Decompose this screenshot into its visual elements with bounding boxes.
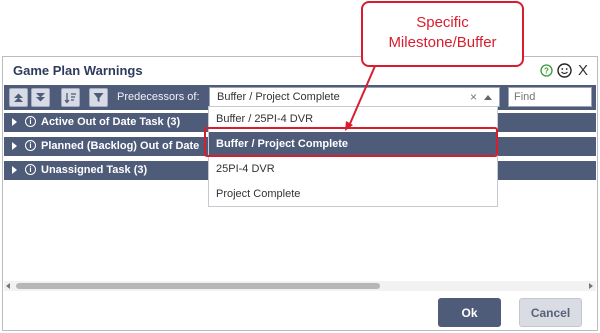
info-icon: i bbox=[25, 116, 36, 127]
expand-caret-icon[interactable] bbox=[12, 118, 17, 126]
move-down-icon[interactable] bbox=[31, 88, 50, 107]
ok-button[interactable]: Ok bbox=[438, 298, 501, 327]
smiley-icon[interactable] bbox=[557, 63, 572, 78]
sort-icon[interactable] bbox=[61, 88, 80, 107]
warning-group-label: Active Out of Date Task (3) bbox=[41, 116, 181, 128]
dropdown-option[interactable]: 25PI-4 DVR bbox=[209, 157, 497, 181]
find-input[interactable] bbox=[508, 87, 592, 107]
selection-highlight-box bbox=[204, 127, 498, 157]
titlebar-icons: ? X bbox=[539, 62, 591, 79]
dropdown-option-label: 25PI-4 DVR bbox=[216, 163, 275, 175]
scroll-right-icon[interactable] bbox=[589, 283, 593, 289]
chevron-up-icon[interactable] bbox=[484, 95, 492, 100]
annotation-callout: Specific Milestone/Buffer bbox=[361, 1, 524, 67]
svg-text:?: ? bbox=[544, 67, 549, 76]
dropdown-option[interactable]: Project Complete bbox=[209, 182, 497, 206]
predecessors-label: Predecessors of: bbox=[117, 91, 200, 103]
filter-icon[interactable] bbox=[89, 88, 108, 107]
info-icon: i bbox=[25, 140, 36, 151]
dropdown-option-label: Buffer / 25PI-4 DVR bbox=[216, 113, 314, 125]
scroll-left-icon[interactable] bbox=[6, 283, 10, 289]
info-icon: i bbox=[25, 164, 36, 175]
warning-group-label: Planned (Backlog) Out of Date bbox=[41, 140, 200, 152]
dropdown-option-label: Project Complete bbox=[216, 188, 301, 200]
predecessors-select-value: Buffer / Project Complete bbox=[217, 91, 340, 103]
dialog-title: Game Plan Warnings bbox=[13, 63, 143, 78]
expand-caret-icon[interactable] bbox=[12, 142, 17, 150]
warning-group-label: Unassigned Task (3) bbox=[41, 164, 148, 176]
predecessors-select[interactable]: Buffer / Project Complete × bbox=[209, 87, 500, 107]
clear-selection-icon[interactable]: × bbox=[470, 90, 477, 104]
callout-line: Milestone/Buffer bbox=[388, 34, 497, 51]
move-up-icon[interactable] bbox=[9, 88, 28, 107]
callout-line: Specific bbox=[416, 14, 469, 31]
expand-caret-icon[interactable] bbox=[12, 166, 17, 174]
cancel-button[interactable]: Cancel bbox=[519, 298, 582, 327]
scrollbar-thumb[interactable] bbox=[16, 283, 380, 289]
close-icon[interactable]: X bbox=[575, 62, 591, 79]
horizontal-scrollbar[interactable] bbox=[4, 281, 596, 291]
help-icon[interactable]: ? bbox=[539, 63, 554, 78]
